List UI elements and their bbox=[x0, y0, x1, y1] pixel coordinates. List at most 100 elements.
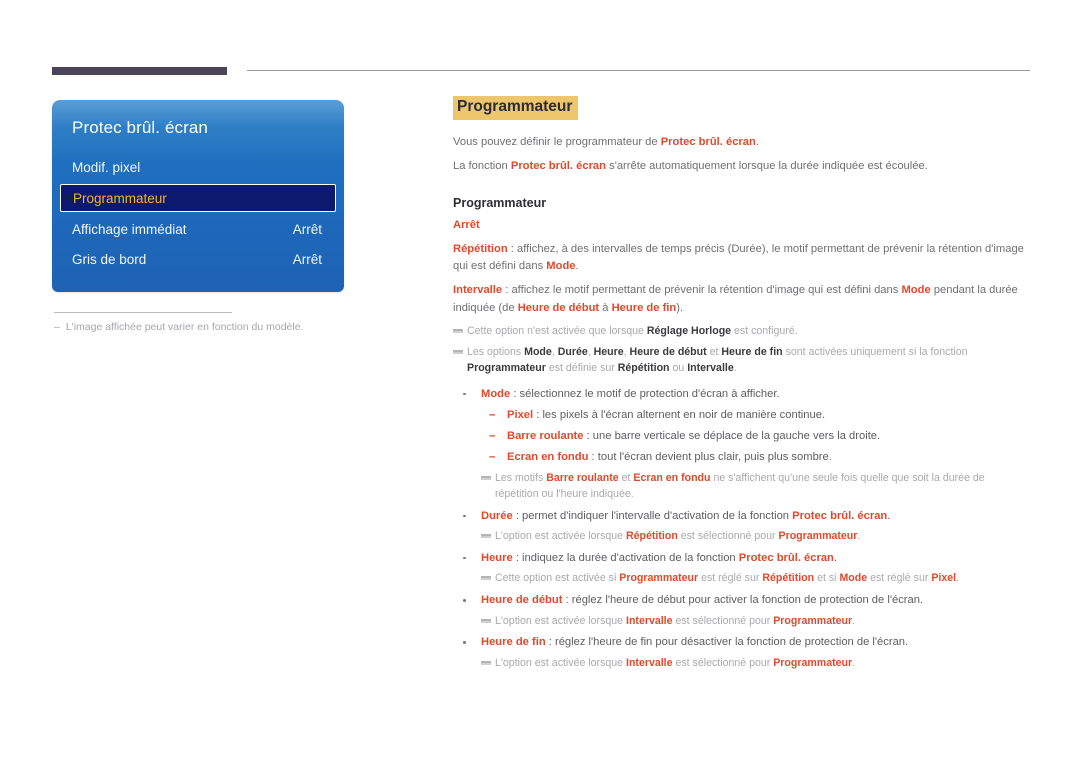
note-options-sep-4: et bbox=[706, 345, 722, 358]
page-root: Protec brûl. écran Modif. pixel Programm… bbox=[0, 0, 1080, 763]
bullet-duree-term-2: Protec brûl. écran bbox=[792, 509, 888, 522]
bullet-mode-term: Mode bbox=[481, 387, 511, 400]
intervalle-text-1: : affichez le motif permettant de préven… bbox=[502, 284, 902, 297]
bullet-heure-de-fin: Heure de fin : réglez l'heure de fin pou… bbox=[453, 634, 1031, 671]
intervalle-term-3: Heure de début bbox=[517, 301, 600, 314]
repetition-text-1: : affichez, à des intervalles de temps p… bbox=[453, 242, 1024, 272]
intervalle-term: Intervalle bbox=[453, 284, 503, 297]
intro-2-term: Protec brûl. écran bbox=[510, 160, 606, 173]
note-heure-debut-term-1: Intervalle bbox=[626, 614, 673, 627]
note-options-term-programmateur: Programmateur bbox=[467, 361, 546, 374]
bullet-heure-term-2: Protec brûl. écran bbox=[738, 551, 834, 564]
note-duree-term-2: Programmateur bbox=[778, 530, 858, 542]
note-options-term-heure-fin: Heure de fin bbox=[721, 345, 783, 358]
note-duree-term-1: Répétition bbox=[626, 530, 678, 542]
section-heading: Programmateur bbox=[453, 195, 547, 210]
note-heure-fin-text-2: est sélectionné pour bbox=[672, 656, 774, 669]
note-heure-fin-text-3: . bbox=[852, 656, 856, 669]
intro-1-after: . bbox=[755, 135, 759, 148]
header-divider-line bbox=[247, 70, 1030, 71]
intervalle-text-3: à bbox=[599, 301, 612, 314]
note-duree-text-3: . bbox=[857, 530, 861, 542]
bullet-heure-de-debut: Heure de début : réglez l'heure de début… bbox=[453, 592, 1031, 629]
intro-paragraph-1: Vous pouvez définir le programmateur de … bbox=[453, 134, 1031, 151]
osd-row-gris-de-bord[interactable]: Gris de bord Arrêt bbox=[52, 244, 344, 274]
bullet-duree: Durée : permet d'indiquer l'intervalle d… bbox=[453, 508, 1031, 545]
sub-item-pixel: Pixel : les pixels à l'écran alternent e… bbox=[481, 406, 1031, 425]
repetition-text-2: . bbox=[575, 259, 579, 272]
osd-row-modif-pixel[interactable]: Modif. pixel bbox=[52, 152, 344, 182]
bullet-heure-debut-text: : réglez l'heure de début pour activer l… bbox=[562, 594, 924, 607]
page-title: Programmateur bbox=[453, 96, 579, 120]
note-heure-debut-text-2: est sélectionné pour bbox=[672, 614, 774, 627]
bullet-heure-debut-term: Heure de début bbox=[481, 594, 563, 607]
mode-sub-list: Pixel : les pixels à l'écran alternent e… bbox=[481, 406, 1031, 467]
note-options-term-mode: Mode bbox=[524, 345, 552, 358]
intro-paragraph-2: La fonction Protec brûl. écran s'arrête … bbox=[453, 158, 1031, 175]
sub-item-ecran-en-fondu: Ecran en fondu : tout l'écran devient pl… bbox=[481, 448, 1031, 467]
note-heure-text-3: et si bbox=[814, 572, 840, 585]
note-heure-term-1: Programmateur bbox=[619, 572, 699, 585]
note-clock-term: Réglage Horloge bbox=[646, 325, 732, 338]
bullet-mode: Mode : sélectionnez le motif de protecti… bbox=[453, 386, 1031, 503]
bullet-heure-fin-text: : réglez l'heure de fin pour désactiver … bbox=[545, 636, 909, 649]
sub-fondu-text: : tout l'écran devient plus clair, puis … bbox=[588, 450, 832, 463]
note-heure-term-2: Répétition bbox=[762, 572, 815, 585]
intro-1-before: Vous pouvez définir le programmateur de bbox=[453, 135, 661, 148]
note-heure-fin-term-2: Programmateur bbox=[773, 656, 853, 669]
note-options-term-heure-debut: Heure de début bbox=[629, 345, 707, 358]
note-options-text-1: Les options bbox=[467, 345, 525, 358]
right-column: Programmateur Vous pouvez définir le pro… bbox=[453, 96, 1031, 677]
bullet-heure-text-2: . bbox=[833, 551, 838, 564]
osd-row-affichage-immediat[interactable]: Affichage immédiat Arrêt bbox=[52, 214, 344, 244]
top-rule bbox=[52, 66, 1030, 76]
note-heure: Cette option est activée si Programmateu… bbox=[481, 571, 1031, 587]
osd-row-label: Programmateur bbox=[73, 190, 167, 206]
paragraph-intervalle: Intervalle : affichez le motif permettan… bbox=[453, 282, 1031, 317]
osd-row-value: Arrêt bbox=[292, 221, 322, 237]
note-heure-debut-text-1: L'option est activée lorsque bbox=[495, 614, 626, 627]
note-clock-text-2: est configuré. bbox=[731, 325, 798, 338]
intro-2-after: s'arrête automatiquement lorsque la duré… bbox=[606, 160, 928, 173]
note-heure-fin-term-1: Intervalle bbox=[626, 656, 673, 669]
note-options-text-3: est définie sur bbox=[545, 361, 618, 374]
note-heure-text-4: est réglé sur bbox=[867, 572, 932, 585]
bullet-duree-text-2: . bbox=[887, 509, 891, 522]
note-motifs-term-1: Barre roulante bbox=[546, 471, 619, 484]
sub-item-barre-roulante: Barre roulante : une barre verticale se … bbox=[481, 427, 1031, 446]
sub-barre-text: : une barre verticale se déplace de la g… bbox=[583, 430, 881, 443]
note-heure-fin: L'option est activée lorsque Intervalle … bbox=[481, 656, 1031, 672]
bullet-duree-term: Durée bbox=[481, 509, 513, 522]
note-heure-text-1: Cette option est activée si bbox=[495, 572, 620, 585]
note-heure-debut-text-3: . bbox=[852, 614, 856, 627]
note-duree-text-1: L'option est activée lorsque bbox=[495, 530, 626, 542]
note-heure-text-5: . bbox=[956, 572, 960, 585]
footnote-text: L'image affichée peut varier en fonction… bbox=[65, 321, 304, 333]
bullet-heure-text-1: : indiquez la durée d'activation de la f… bbox=[512, 551, 739, 564]
note-options-text-2: sont activées uniquement si la fonction bbox=[782, 345, 968, 358]
header-tab-marker bbox=[52, 67, 227, 75]
sub-pixel-text: : les pixels à l'écran alternent en noir… bbox=[533, 409, 826, 422]
osd-row-label: Affichage immédiat bbox=[72, 221, 187, 237]
sub-heading-arret: Arrêt bbox=[453, 218, 480, 231]
intervalle-term-4: Heure de fin bbox=[611, 301, 677, 314]
bullet-heure-fin-term: Heure de fin bbox=[481, 636, 546, 649]
osd-row-label: Gris de bord bbox=[72, 251, 147, 267]
repetition-term-2: Mode bbox=[546, 259, 576, 272]
note-options-term-repetition: Répétition bbox=[617, 361, 670, 374]
paragraph-repetition: Répétition : affichez, à des intervalles… bbox=[453, 241, 1031, 276]
note-heure-term-4: Pixel bbox=[931, 572, 957, 585]
repetition-term: Répétition bbox=[453, 242, 508, 255]
intro-2-before: La fonction bbox=[453, 160, 511, 173]
note-heure-fin-text-1: L'option est activée lorsque bbox=[495, 656, 626, 669]
osd-panel-title: Protec brûl. écran bbox=[72, 118, 208, 137]
note-heure-term-3: Mode bbox=[839, 572, 868, 585]
bullet-mode-text: : sélectionnez le motif de protection d'… bbox=[510, 387, 780, 400]
note-motifs: Les motifs Barre roulante et Ecran en fo… bbox=[481, 471, 1031, 503]
left-footnote: – L'image affichée peut varier en foncti… bbox=[52, 320, 344, 335]
osd-row-programmateur[interactable]: Programmateur bbox=[60, 184, 336, 212]
note-clock-text-1: Cette option n'est activée que lorsque bbox=[467, 325, 647, 338]
note-options-term-intervalle: Intervalle bbox=[687, 361, 734, 374]
note-motifs-text-1: Les motifs bbox=[495, 471, 547, 484]
left-column: Protec brûl. écran Modif. pixel Programm… bbox=[52, 100, 344, 335]
